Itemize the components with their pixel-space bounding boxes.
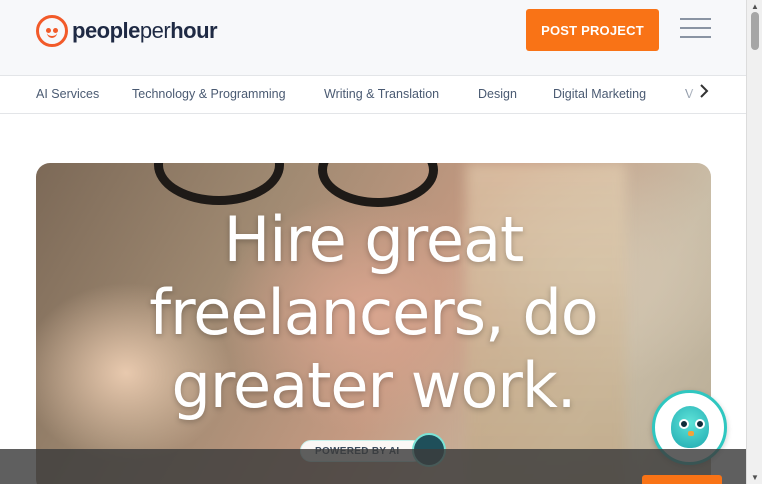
scroll-up-icon[interactable]: ▲ — [751, 2, 759, 11]
category-digital-marketing[interactable]: Digital Marketing — [553, 87, 646, 101]
chevron-right-icon[interactable] — [694, 84, 714, 104]
category-design[interactable]: Design — [478, 87, 517, 101]
logo[interactable]: peopleperhour — [36, 14, 218, 48]
scrollbar[interactable]: ▲ ▼ — [746, 0, 762, 484]
hero-title: Hire great freelancers, do greater work. — [149, 203, 598, 422]
hamburger-icon[interactable] — [680, 18, 712, 44]
scroll-down-icon[interactable]: ▼ — [751, 473, 759, 482]
category-writing-translation[interactable]: Writing & Translation — [324, 87, 439, 101]
scrollbar-thumb[interactable] — [751, 12, 759, 50]
category-nav: AI Services Technology & Programming Wri… — [0, 76, 746, 114]
cookie-accept-button[interactable] — [642, 475, 722, 484]
hero-photo-glasses-right — [318, 163, 438, 207]
post-project-button[interactable]: POST PROJECT — [526, 9, 659, 51]
hero-banner: Hire great freelancers, do greater work.… — [36, 163, 711, 484]
logo-text: peopleperhour — [72, 18, 218, 43]
cookie-banner — [0, 449, 746, 484]
hero-photo-glasses — [154, 163, 284, 205]
logo-face-icon — [36, 15, 68, 47]
site-header: peopleperhour POST PROJECT — [0, 0, 746, 76]
category-technology-programming[interactable]: Technology & Programming — [132, 87, 286, 101]
category-ai-services[interactable]: AI Services — [36, 87, 99, 101]
page: peopleperhour POST PROJECT AI Services T… — [0, 0, 762, 484]
